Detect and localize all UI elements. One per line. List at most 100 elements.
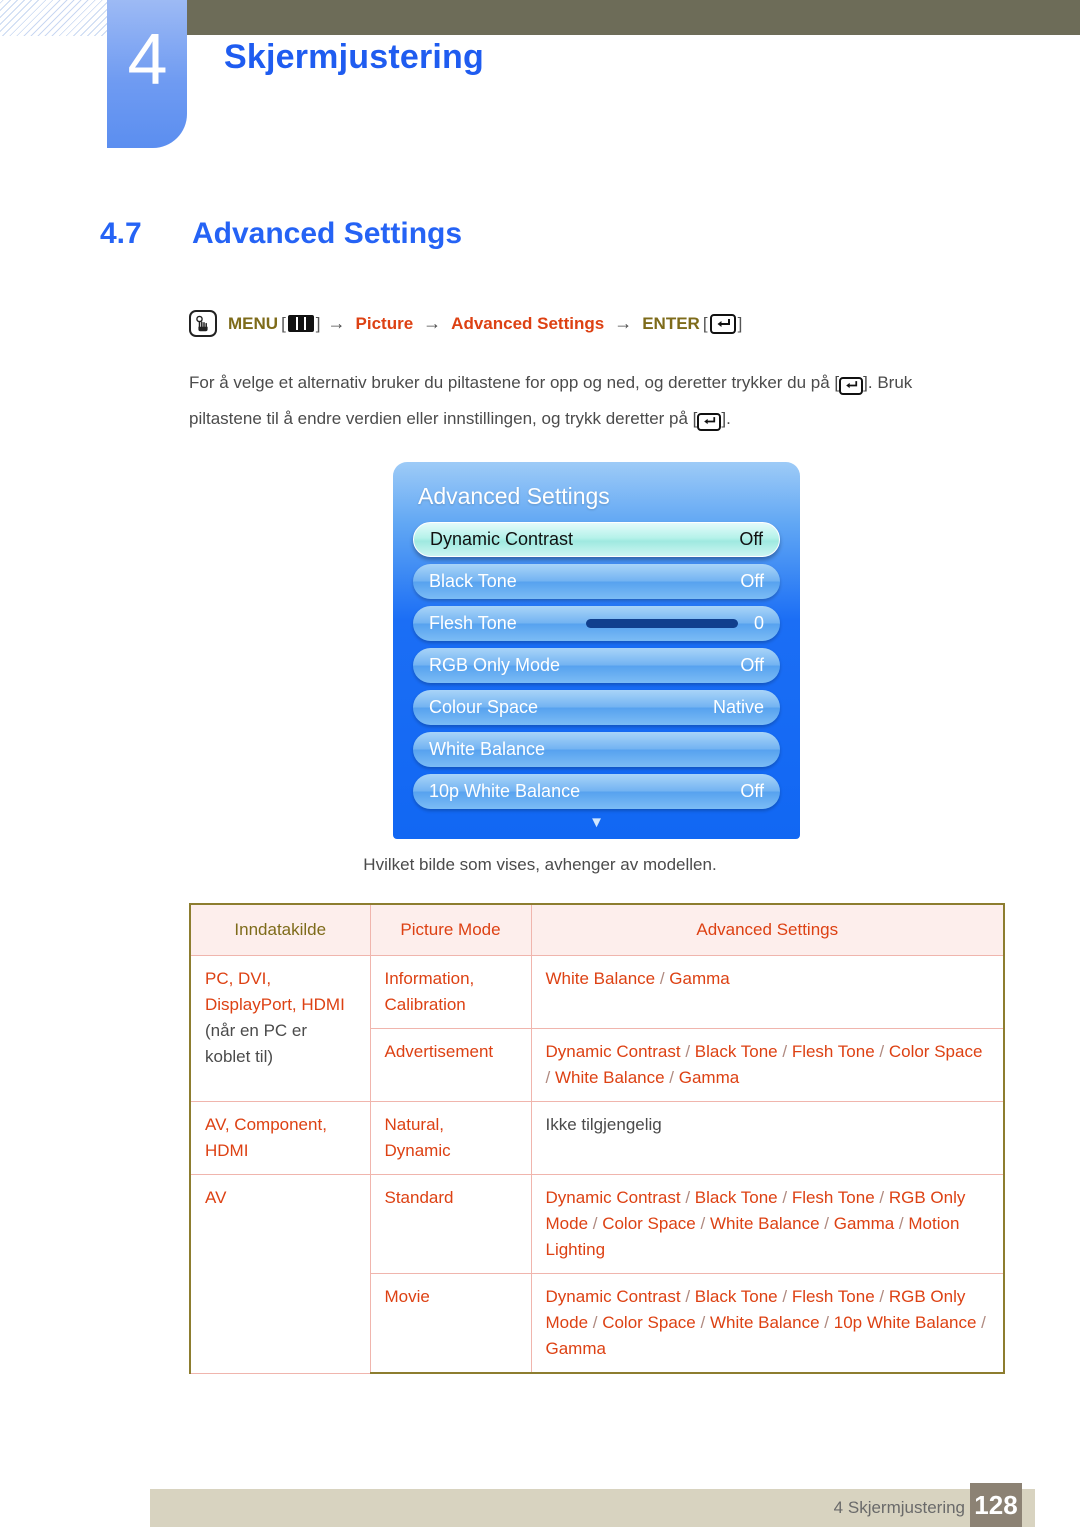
table-cell-picture-mode: Standard [369,1174,532,1274]
setting-separator: / [874,1287,889,1306]
setting-separator: / [695,1313,710,1332]
osd-row-white-balance[interactable]: White Balance [413,732,780,767]
enter-label: ENTER [642,313,700,333]
osd-row-label: Black Tone [429,571,517,591]
spec-table-body: PC, DVI, DisplayPort, HDMI (når en PC er k… [189,955,1005,1374]
setting-item: Color Space [602,1313,696,1332]
path-arrow-3: → [614,313,633,333]
instruction-line1-b: ]. Bruk [863,373,913,392]
table-cell-advanced-settings: Ikke tilgjengelig [530,1101,1005,1175]
osd-title: Advanced Settings [418,483,610,509]
setting-item: Black Tone [694,1287,778,1306]
enter-key-icon-inline-1 [839,376,864,395]
table-header-advanced-settings: Advanced Settings [530,903,1005,956]
instruction-line2-b: ]. [721,409,731,428]
source-line: PC, DVI, [205,969,272,988]
setting-separator: / [680,1042,695,1061]
section-heading: 4.7 Advanced Settings [100,217,462,251]
setting-item: Gamma [678,1068,740,1087]
source-line: AV [205,1188,227,1207]
menu-label: MENU [228,313,279,333]
setting-item: Flesh Tone [791,1042,875,1061]
table-row: PC, DVI, DisplayPort, HDMI (når en PC er k… [189,955,1005,1102]
osd-row-value: Off [740,655,764,675]
path-picture: Picture [355,313,414,333]
table-cell-picture-mode: Information, Calibration [369,955,532,1029]
setting-separator: / [819,1214,834,1233]
setting-item: 10p White Balance [833,1313,977,1332]
osd-row-black-tone[interactable]: Black Tone Off [413,564,780,599]
osd-row-rgb-only-mode[interactable]: RGB Only Mode Off [413,648,780,683]
setting-separator: / [545,1068,555,1087]
bracket-close-2: ] [737,313,743,333]
table-cell-advanced-settings: Dynamic Contrast / Black Tone / Flesh To… [530,1273,1005,1374]
osd-row-10p-white-balance[interactable]: 10p White Balance Off [413,774,780,809]
setting-item: Dynamic Contrast [545,1188,681,1207]
table-header-source: Inndatakilde [189,903,371,956]
setting-separator: / [777,1042,792,1061]
figure-caption: Hvilket bilde som vises, avhenger av mod… [363,855,717,874]
manual-page: 4 Skjermjustering 4.7 Advanced Settings … [0,0,1080,1527]
picture-mode-line: Standard [384,1188,454,1207]
enter-key-icon-inline-2 [697,412,722,431]
osd-row-label: RGB Only Mode [429,655,561,675]
setting-item: Gamma [545,1339,606,1358]
setting-separator: / [819,1313,834,1332]
osd-row-value: Native [712,697,764,717]
setting-separator: / [588,1214,603,1233]
osd-row-label: Dynamic Contrast [430,529,574,549]
source-line: AV, Component, [205,1115,327,1134]
setting-separator: / [874,1042,889,1061]
setting-separator: / [695,1214,710,1233]
osd-row-flesh-tone[interactable]: Flesh Tone 0 [413,606,780,641]
setting-separator: / [680,1188,695,1207]
table-cell-input-source: PC, DVI, DisplayPort, HDMI (når en PC er k… [189,955,371,1102]
bracket-open-2: [ [702,313,708,333]
table-cell-advanced-settings: Dynamic Contrast / Black Tone / Flesh To… [530,1028,1005,1102]
menu-path: MENU [ ] → Picture → Advanced Settings →… [189,310,742,337]
footer-chapter-text: 4 Skjermjustering [833,1498,965,1517]
instruction-paragraph: For å velge et alternativ bruker du pilt… [189,365,979,437]
setting-separator: / [655,969,670,988]
footer-bar: 4 Skjermjustering [150,1489,1035,1527]
setting-separator: / [588,1313,603,1332]
table-cell-picture-mode: Movie [369,1273,532,1374]
enter-key-icon [709,313,736,334]
table-cell-input-source: AV [189,1174,371,1374]
osd-row-label: Flesh Tone [429,613,517,633]
setting-item: White Balance [709,1313,820,1332]
bracket-close: ] [315,313,321,333]
setting-item: White Balance [709,1214,820,1233]
chapter-number-badge: 4 [107,0,187,148]
osd-row-dynamic-contrast[interactable]: Dynamic Contrast Off [413,522,780,557]
picture-mode-line: Information, [384,969,475,988]
table-row: AV, Component, HDMI Natural, Dynamic Ikke ti… [189,1101,1005,1175]
instruction-line1-a: For å velge et alternativ bruker du pilt… [189,373,840,392]
setting-item: Gamma [833,1214,895,1233]
setting-item: Gamma [669,969,730,988]
source-line: DisplayPort, HDMI [205,995,345,1014]
osd-slider-track[interactable] [585,619,738,628]
table-header-row: Inndatakilde Picture Mode Advanced Setti… [189,903,1005,956]
osd-row-label: White Balance [429,739,546,759]
section-number: 4.7 [100,217,142,250]
picture-mode-line: Advertisement [384,1042,494,1061]
osd-row-value: Off [739,529,763,549]
setting-item: White Balance [545,969,656,988]
setting-separator: / [680,1287,695,1306]
setting-item: Flesh Tone [791,1287,875,1306]
table-cell-input-source: AV, Component, HDMI [189,1101,371,1175]
picture-mode-line: Natural, [384,1115,445,1134]
osd-row-label: 10p White Balance [429,781,581,801]
setting-separator: / [874,1188,889,1207]
setting-separator: / [894,1214,909,1233]
osd-scroll-down-icon[interactable]: ▼ [413,815,780,830]
osd-row-colour-space[interactable]: Colour Space Native [413,690,780,725]
picture-mode-line: Movie [384,1287,430,1306]
setting-item: Dynamic Contrast [545,1042,681,1061]
bracket-open: [ [281,313,286,333]
chapter-title: Skjermjustering [224,38,484,76]
setting-item: Color Space [888,1042,983,1061]
setting-item: Dynamic Contrast [545,1287,681,1306]
setting-separator: / [664,1068,679,1087]
